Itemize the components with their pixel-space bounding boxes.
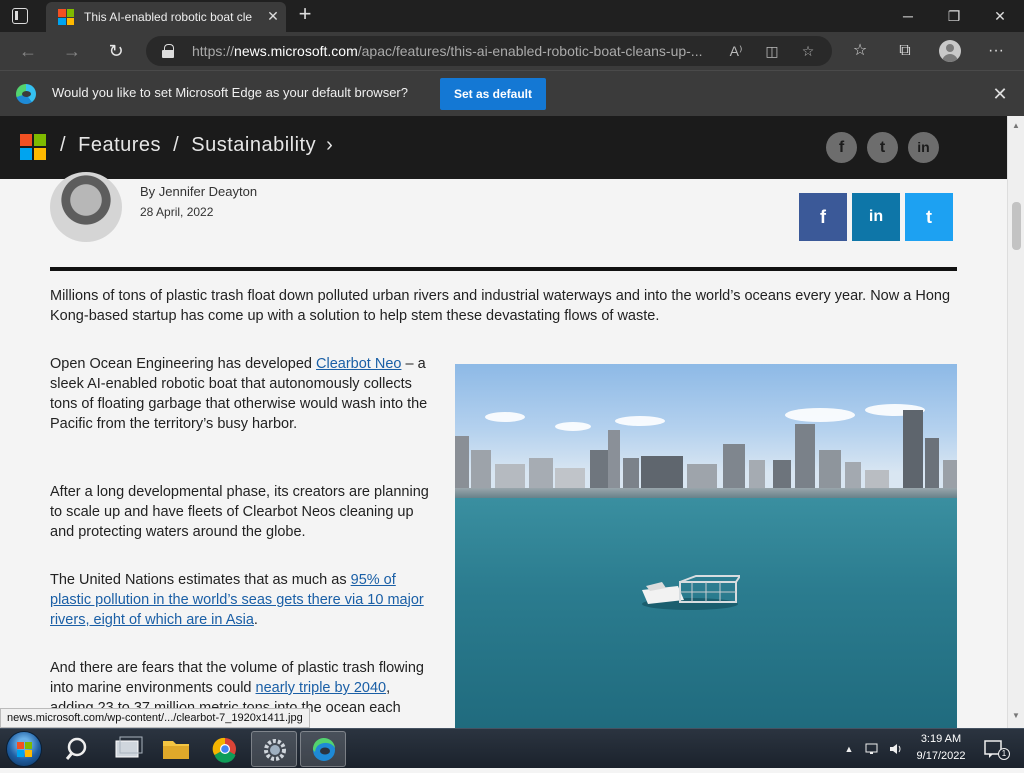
url-path: /apac/features/this-ai-enabled-robotic-b… — [357, 43, 703, 59]
immersive-reader-icon[interactable]: ◫ — [762, 42, 782, 60]
author-byline: By Jennifer Deayton — [140, 184, 258, 199]
url-host: news.microsoft.com — [234, 43, 358, 59]
volume-icon[interactable] — [888, 741, 904, 757]
lock-icon[interactable] — [162, 44, 174, 58]
infobar-close-icon[interactable]: ✕ — [990, 84, 1010, 104]
url-scheme: https:// — [192, 43, 235, 59]
link-status-url: news.microsoft.com/wp-content/.../clearb… — [0, 708, 310, 728]
breadcrumb: / Features / Sustainability › — [60, 134, 333, 157]
breadcrumb-separator: / — [60, 134, 67, 156]
search-taskbar-button[interactable] — [56, 731, 102, 767]
tab-bar: This AI-enabled robotic boat cle ✕ + ─ ❐… — [0, 0, 1024, 32]
infobar-message: Would you like to set Microsoft Edge as … — [52, 85, 408, 100]
default-browser-infobar: Would you like to set Microsoft Edge as … — [0, 70, 1024, 116]
favorites-icon[interactable]: ☆ — [848, 41, 872, 63]
tab-actions-icon[interactable] — [12, 8, 28, 24]
edge-taskbar-button[interactable] — [300, 731, 346, 767]
article-paragraph-3: The United Nations estimates that as muc… — [50, 570, 435, 630]
action-center-button[interactable]: 1 — [980, 731, 1010, 767]
address-toolbar: ← → ↻ https://news.microsoft.com/apac/fe… — [0, 32, 1024, 70]
tab-close-icon[interactable]: ✕ — [264, 7, 282, 25]
refresh-button[interactable]: ↻ — [104, 40, 128, 64]
browser-tab-active[interactable]: This AI-enabled robotic boat cle ✕ — [46, 2, 286, 32]
page-viewport: / Features / Sustainability › f t in By … — [0, 116, 1007, 728]
network-icon-graphic — [865, 743, 878, 754]
linkedin-icon[interactable]: in — [908, 132, 939, 163]
file-explorer-button[interactable] — [153, 731, 199, 767]
share-twitter-button[interactable]: t — [905, 193, 953, 241]
paragraph-text: The United Nations estimates that as muc… — [50, 572, 351, 588]
collections-icon[interactable]: ⧉ — [893, 41, 917, 63]
profile-avatar-icon[interactable] — [939, 40, 961, 62]
breadcrumb-features[interactable]: Features — [78, 134, 161, 156]
add-favorite-icon[interactable]: ☆ — [798, 42, 818, 60]
folder-icon — [163, 741, 189, 759]
windows-taskbar: ▲ 3:19 AM 9/17/2022 1 — [0, 728, 1024, 768]
clock-time[interactable]: 3:19 AM — [910, 733, 972, 745]
clock-date[interactable]: 9/17/2022 — [910, 750, 972, 762]
article-lede: Millions of tons of plastic trash float … — [50, 288, 951, 324]
speaker-icon — [890, 744, 901, 754]
harbor-water — [455, 498, 957, 728]
breadcrumb-separator: / — [173, 134, 180, 156]
city-skyline — [455, 410, 957, 502]
forward-button[interactable]: → — [60, 40, 84, 64]
close-window-button[interactable]: ✕ — [982, 4, 1018, 28]
read-aloud-icon[interactable]: A⁾ — [726, 42, 746, 60]
clearbot-neo-link[interactable]: Clearbot Neo — [316, 356, 401, 372]
search-icon — [65, 737, 87, 760]
scroll-thumb[interactable] — [1012, 202, 1021, 250]
restore-button[interactable]: ❐ — [936, 4, 972, 28]
new-tab-button[interactable]: + — [294, 3, 316, 26]
paragraph-text: Open Ocean Engineering has developed — [50, 356, 317, 372]
settings-app-button[interactable] — [251, 731, 297, 767]
settings-menu-icon[interactable]: ··· — [984, 41, 1008, 63]
share-facebook-button[interactable]: f — [799, 193, 847, 241]
edge-logo-icon — [16, 84, 36, 104]
chrome-button[interactable] — [202, 731, 248, 767]
share-linkedin-button[interactable]: in — [852, 193, 900, 241]
chrome-icon — [212, 737, 236, 763]
microsoft-favicon-icon — [58, 9, 74, 25]
scroll-down-icon[interactable]: ▼ — [1012, 712, 1020, 720]
url-text[interactable]: https://news.microsoft.com/apac/features… — [192, 43, 702, 59]
breadcrumb-sustainability[interactable]: Sustainability — [191, 134, 316, 156]
windows-logo-icon — [17, 742, 32, 757]
task-view-icon — [115, 736, 143, 758]
notification-count-badge: 1 — [998, 748, 1010, 760]
header-divider — [50, 267, 957, 271]
paragraph-text: . — [253, 612, 258, 628]
nearly-triple-link[interactable]: nearly triple by 2040 — [256, 680, 387, 696]
network-icon[interactable] — [864, 741, 880, 757]
start-button[interactable] — [6, 731, 42, 767]
clearbot-harbor-photo[interactable] — [455, 364, 957, 728]
article-paragraph-2: After a long developmental phase, its cr… — [50, 484, 429, 540]
back-button[interactable]: ← — [16, 40, 40, 64]
facebook-icon[interactable]: f — [826, 132, 857, 163]
robotic-boat — [642, 575, 740, 610]
address-bar[interactable]: https://news.microsoft.com/apac/features… — [146, 36, 832, 66]
tab-title: This AI-enabled robotic boat cle — [84, 10, 253, 24]
chevron-right-icon[interactable]: › — [326, 134, 333, 156]
task-view-button[interactable] — [104, 731, 150, 767]
scroll-up-icon[interactable]: ▲ — [1012, 122, 1020, 130]
minimize-button[interactable]: ─ — [890, 4, 926, 28]
article-paragraph-1: Open Ocean Engineering has developed Cle… — [50, 354, 435, 434]
author-avatar — [50, 172, 122, 242]
vertical-scrollbar[interactable]: ▲ ▼ — [1007, 116, 1024, 728]
edge-icon — [312, 737, 335, 761]
article-date: 28 April, 2022 — [140, 205, 214, 219]
microsoft-logo-icon[interactable] — [20, 134, 46, 160]
site-header: / Features / Sustainability › f t in — [0, 116, 1007, 179]
gear-icon — [264, 739, 286, 761]
set-as-default-button[interactable]: Set as default — [440, 78, 546, 110]
show-hidden-icons-icon[interactable]: ▲ — [841, 741, 857, 757]
twitter-icon[interactable]: t — [867, 132, 898, 163]
